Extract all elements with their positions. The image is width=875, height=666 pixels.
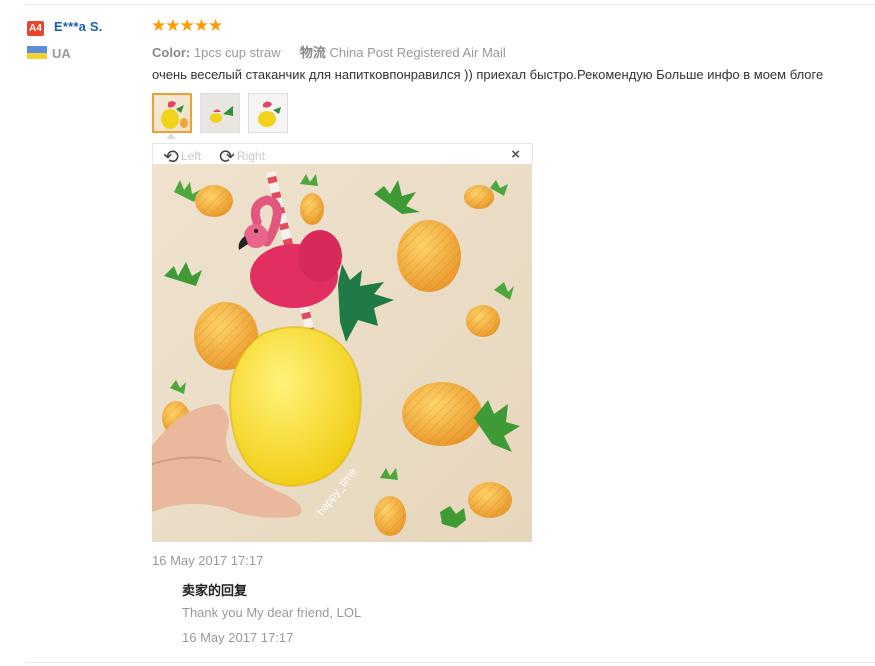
top-divider bbox=[25, 4, 875, 5]
thumbnail-pointer bbox=[166, 133, 176, 139]
reviewer-country: UA bbox=[52, 46, 71, 61]
seller-reply-title: 卖家的回复 bbox=[182, 583, 248, 598]
shipping-value: China Post Registered Air Mail bbox=[329, 45, 506, 60]
seller-reply-text: Thank you My dear friend, LOL bbox=[182, 605, 362, 620]
reviewer-name[interactable]: E***a S. bbox=[54, 19, 103, 34]
review-thumbnail-3[interactable] bbox=[248, 93, 288, 133]
rotate-right-label: Right bbox=[236, 149, 265, 163]
image-viewer-toolbar: ⟲ Left ⟳ Right × bbox=[152, 143, 533, 168]
review-text: очень веселый стаканчик для напитковпонр… bbox=[152, 67, 824, 82]
review-photo: happy_time bbox=[152, 164, 532, 542]
color-label: Color: bbox=[152, 45, 191, 60]
ukraine-flag-icon bbox=[27, 46, 47, 59]
shipping-label: 物流 bbox=[299, 45, 326, 60]
seller-reply-date: 16 May 2017 17:17 bbox=[182, 630, 294, 645]
star-rating: ★★★★★ bbox=[151, 16, 223, 35]
rotate-left-label: Left bbox=[180, 149, 201, 163]
review-thumbnail-1[interactable] bbox=[152, 93, 192, 133]
order-info: Color: 1pcs cup straw 物流 China Post Regi… bbox=[152, 42, 506, 61]
review-thumbnail-2[interactable] bbox=[200, 93, 240, 133]
close-icon[interactable]: × bbox=[511, 146, 520, 163]
review-date: 16 May 2017 17:17 bbox=[152, 553, 264, 568]
color-value: 1pcs cup straw bbox=[193, 45, 281, 60]
level-badge: A4 bbox=[27, 21, 44, 36]
bottom-divider bbox=[25, 662, 875, 663]
